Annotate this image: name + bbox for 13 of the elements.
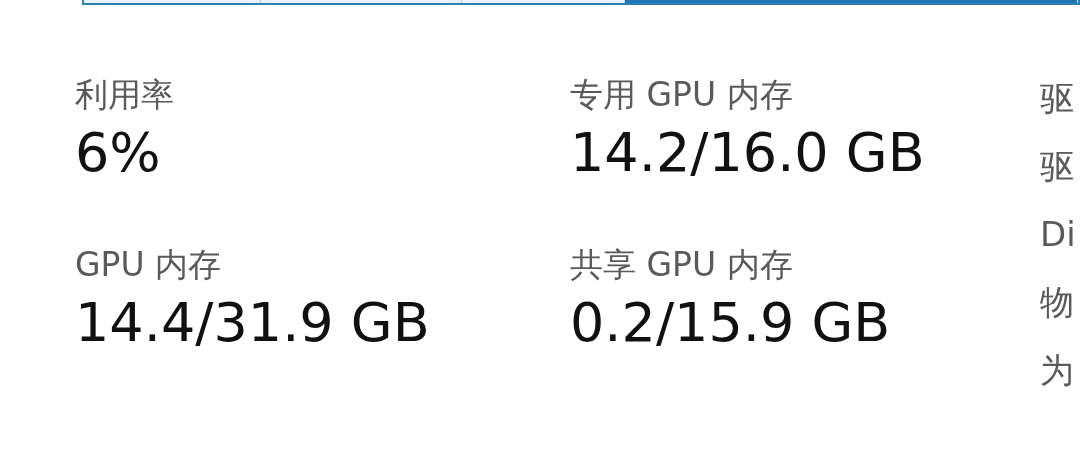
stat-label: 利用率	[75, 77, 175, 114]
stat-value: 14.2/16.0 GB	[570, 123, 926, 183]
stat-value: 6%	[75, 123, 162, 183]
side-label: 驱	[1040, 79, 1075, 117]
stat-label: 专用 GPU 内存	[570, 77, 794, 114]
stat-value: 14.4/31.9 GB	[75, 293, 431, 353]
side-label: 为	[1040, 351, 1075, 389]
stat-label: 共享 GPU 内存	[570, 247, 794, 284]
side-label: Di	[1040, 215, 1076, 253]
stat-label: GPU 内存	[75, 247, 223, 284]
side-label: 驱	[1040, 147, 1075, 185]
stat-value: 0.2/15.9 GB	[570, 293, 892, 353]
side-label: 物	[1040, 283, 1075, 321]
